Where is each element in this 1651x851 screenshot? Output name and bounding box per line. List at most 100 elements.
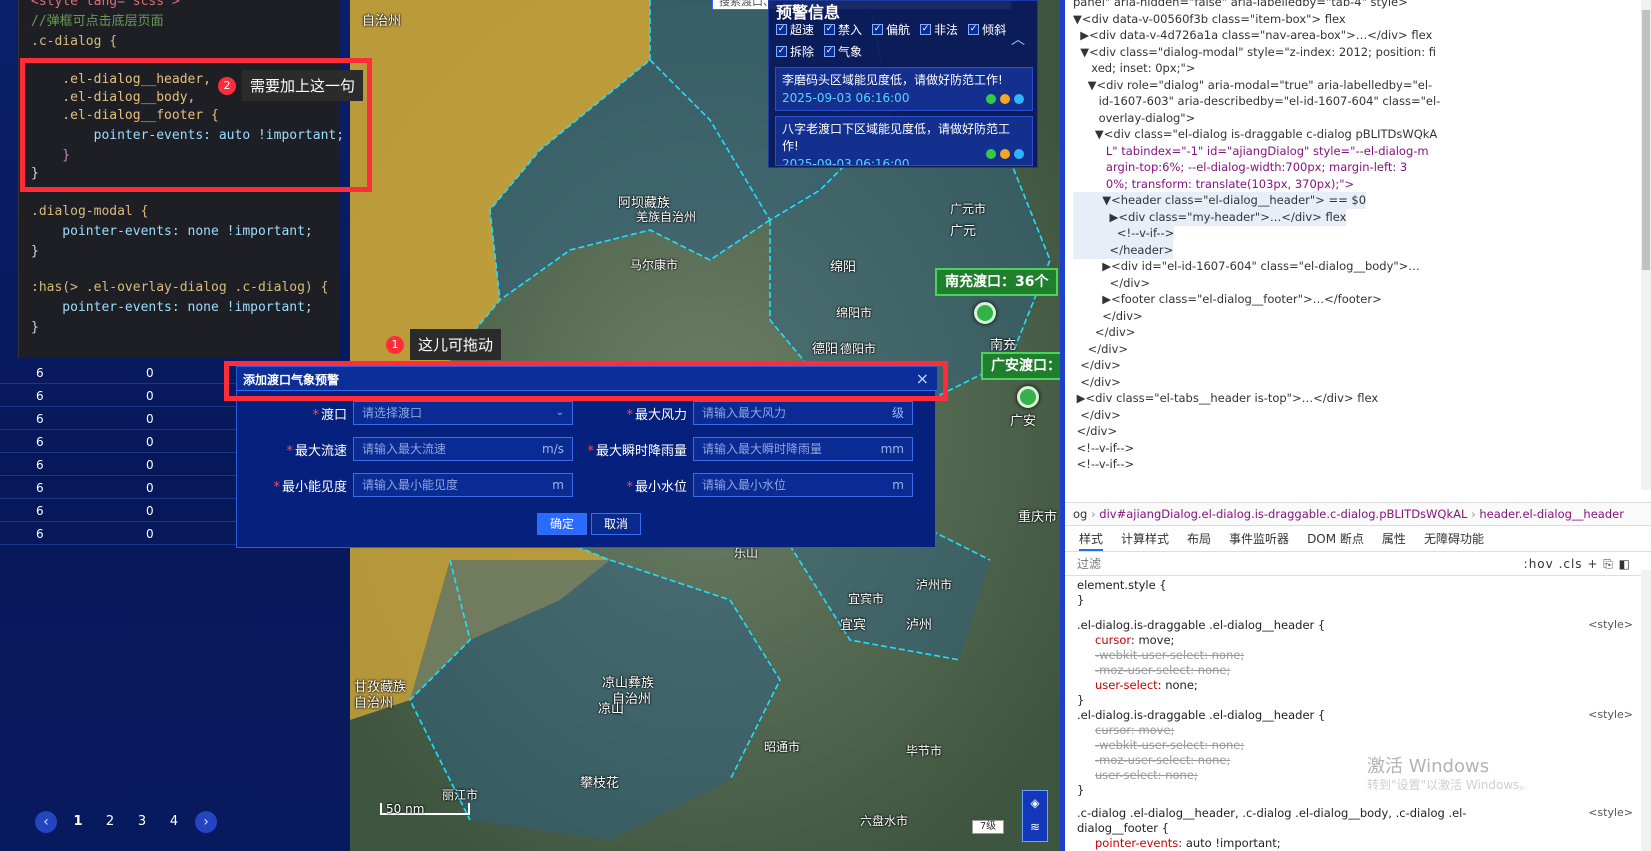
check-icon[interactable]: [1014, 94, 1024, 104]
cancel-button[interactable]: 取消: [591, 513, 642, 535]
css-declaration[interactable]: -webkit-user-select: none;: [1095, 738, 1244, 753]
dom-node-line[interactable]: </div>: [1073, 374, 1120, 391]
dom-node-line[interactable]: </div>: [1073, 357, 1120, 374]
css-declaration[interactable]: user-select: none;: [1095, 768, 1198, 783]
min-water-level-input[interactable]: 请输入最小水位 m: [693, 473, 913, 497]
dom-node-line[interactable]: xed; inset: 0px;">: [1073, 60, 1195, 77]
checkbox-icon: ✓: [776, 46, 787, 57]
css-declaration[interactable]: -moz-user-select: none;: [1095, 663, 1230, 678]
dom-node-line[interactable]: ▼<div class="el-dialog is-draggable c-di…: [1073, 126, 1437, 143]
dom-node-line[interactable]: </div>: [1073, 407, 1120, 424]
page-1-button[interactable]: 1: [67, 811, 89, 833]
dom-node-line[interactable]: </div>: [1073, 275, 1150, 292]
css-rule-source[interactable]: <style>: [1588, 618, 1633, 631]
scrollbar-thumb[interactable]: [1642, 10, 1650, 270]
dom-node-line[interactable]: ▼<div data-v-00560f3b class="item-box"> …: [1073, 11, 1346, 28]
dom-node-line[interactable]: ▼<header class="el-dialog__header"> == $…: [1073, 192, 1367, 209]
styles-toolbar[interactable]: :hov .cls + ⎘ ◧: [1524, 552, 1631, 576]
dom-node-line[interactable]: </div>: [1073, 324, 1135, 341]
css-rule-selector[interactable]: element.style {: [1077, 578, 1167, 593]
tab-dom-breakpoints[interactable]: DOM 断点: [1307, 526, 1364, 551]
weather-icon[interactable]: [1000, 94, 1010, 104]
dom-node-line[interactable]: </div>: [1073, 341, 1128, 358]
css-declaration[interactable]: -moz-user-select: none;: [1095, 753, 1230, 768]
css-declaration[interactable]: cursor: move;: [1095, 633, 1174, 648]
css-declaration[interactable]: -webkit-user-select: none;: [1095, 648, 1244, 663]
layers-icon[interactable]: ◈ ≋: [1022, 790, 1048, 842]
max-wind-input[interactable]: 请输入最大风力 级: [693, 401, 913, 425]
dom-node-line[interactable]: argin-top:6%; --el-dialog-width:700px; m…: [1073, 159, 1407, 176]
breadcrumb-item[interactable]: og: [1073, 507, 1087, 521]
tab-event-listeners[interactable]: 事件监听器: [1229, 526, 1289, 551]
css-declaration[interactable]: cursor: move;: [1095, 723, 1174, 738]
max-rain-input[interactable]: 请输入最大瞬时降雨量 mm: [693, 437, 913, 461]
css-property: cursor: [1095, 723, 1131, 737]
guangan-count-tag[interactable]: 广安渡口：3: [981, 352, 1060, 380]
map-label: 宜宾市: [848, 592, 885, 606]
dom-node-line[interactable]: ▶<div data-v-4d726a1a class="nav-area-bo…: [1073, 27, 1432, 44]
confirm-button[interactable]: 确定: [537, 513, 588, 535]
min-visibility-input[interactable]: 请输入最小能见度 m: [353, 473, 573, 497]
field-row-min-water-level: * 最小水位 请输入最小水位 m: [577, 473, 913, 497]
filter-checkbox-overspeed[interactable]: ✓ 超速: [776, 21, 814, 38]
dom-node-line[interactable]: 0%; transform: translate(103px, 370px);"…: [1073, 176, 1354, 193]
nanchong-count-tag[interactable]: 南充渡口：36个: [935, 268, 1059, 296]
css-rule-source[interactable]: <style>: [1588, 806, 1633, 819]
css-declaration[interactable]: pointer-events: auto !important;: [1095, 836, 1281, 851]
dom-node-line[interactable]: id-1607-603" aria-describedby="el-id-160…: [1073, 93, 1441, 110]
dom-node-line[interactable]: ▼<div role="dialog" aria-modal="true" ar…: [1073, 77, 1433, 94]
page-3-button[interactable]: 3: [131, 811, 153, 833]
css-rule-source[interactable]: <style>: [1588, 708, 1633, 721]
chevron-up-icon[interactable]: ︿: [1011, 29, 1025, 49]
page-4-button[interactable]: 4: [163, 811, 185, 833]
tab-layout[interactable]: 布局: [1187, 526, 1211, 551]
page-2-button[interactable]: 2: [99, 811, 121, 833]
scrollbar[interactable]: [1641, 570, 1651, 851]
styles-filter-input[interactable]: 过滤 :hov .cls + ⎘ ◧: [1065, 552, 1651, 576]
dom-node-line[interactable]: ▶<div class="my-header">…</div> flex: [1073, 208, 1347, 226]
location-icon[interactable]: [986, 149, 996, 159]
tab-accessibility[interactable]: 无障碍功能: [1424, 526, 1484, 551]
warning-item[interactable]: 李磨码头区域能见度低，请做好防范工作! 2025-09-03 06:16:00: [775, 67, 1033, 111]
dom-node-line[interactable]: ▶<footer class="el-dialog__footer">…</fo…: [1073, 291, 1381, 308]
map-pin-icon[interactable]: [1017, 386, 1039, 408]
prev-page-button[interactable]: ‹: [35, 811, 57, 833]
css-rule-selector[interactable]: .c-dialog .el-dialog__header, .c-dialog …: [1077, 806, 1467, 836]
max-flow-input[interactable]: 请输入最大流速 m/s: [353, 437, 573, 461]
tab-styles[interactable]: 样式: [1079, 526, 1104, 551]
filter-checkbox-off-course[interactable]: ✓ 偏航: [872, 21, 910, 38]
filter-checkbox-weather[interactable]: ✓ 气象: [824, 43, 862, 60]
dom-node-line[interactable]: </header>: [1073, 241, 1174, 259]
scrollbar[interactable]: [1641, 0, 1651, 490]
warning-item[interactable]: 八字老渡口下区域能见度低，请做好防范工作! 2025-09-03 06:16:0…: [775, 116, 1033, 166]
dom-node-line[interactable]: <!--v-if-->: [1073, 440, 1134, 457]
filter-checkbox-demolish[interactable]: ✓ 拆除: [776, 43, 814, 60]
location-icon[interactable]: [986, 94, 996, 104]
tab-properties[interactable]: 属性: [1382, 526, 1406, 551]
dom-node-line[interactable]: overlay-dialog">: [1073, 110, 1196, 127]
css-rule-selector[interactable]: .el-dialog.is-draggable .el-dialog__head…: [1077, 708, 1325, 723]
dom-node-line[interactable]: </div>: [1073, 423, 1117, 440]
tab-computed[interactable]: 计算样式: [1121, 526, 1169, 551]
map-pin-icon[interactable]: [974, 302, 996, 324]
dom-node-line[interactable]: <!--v-if-->: [1073, 225, 1175, 242]
dom-node-line[interactable]: ▶<div id="el-id-1607-604" class="el-dial…: [1073, 258, 1420, 275]
breadcrumb-item[interactable]: header.el-dialog__header: [1479, 507, 1624, 521]
weather-icon[interactable]: [1000, 149, 1010, 159]
breadcrumb-item[interactable]: div#ajiangDialog.el-dialog.is-draggable.…: [1099, 507, 1467, 521]
dom-node-line[interactable]: ▶<div class="el-tabs__header is-top">…</…: [1073, 390, 1379, 407]
check-icon[interactable]: [1014, 149, 1024, 159]
dom-node-line[interactable]: <!--v-if-->: [1073, 456, 1134, 473]
css-declaration[interactable]: user-select: none;: [1095, 678, 1198, 693]
map-label: 广元: [950, 224, 977, 239]
filter-checkbox-illegal[interactable]: ✓ 非法: [920, 21, 958, 38]
dom-node-line[interactable]: </div>: [1073, 308, 1142, 325]
ferry-select[interactable]: 请选择渡口 ⌄: [353, 401, 573, 425]
css-rule-selector[interactable]: .el-dialog.is-draggable .el-dialog__head…: [1077, 618, 1325, 633]
next-page-button[interactable]: ›: [195, 811, 217, 833]
filter-checkbox-no-entry[interactable]: ✓ 禁入: [824, 21, 862, 38]
filter-checkbox-tilt[interactable]: ✓ 倾斜: [968, 21, 1006, 38]
dom-node-line[interactable]: panel" aria-hidden="false" aria-labelled…: [1073, 0, 1408, 11]
dom-node-line[interactable]: L" tabindex="-1" id="ajiangDialog" style…: [1073, 143, 1429, 160]
dom-node-line[interactable]: ▼<div class="dialog-modal" style="z-inde…: [1073, 44, 1436, 61]
